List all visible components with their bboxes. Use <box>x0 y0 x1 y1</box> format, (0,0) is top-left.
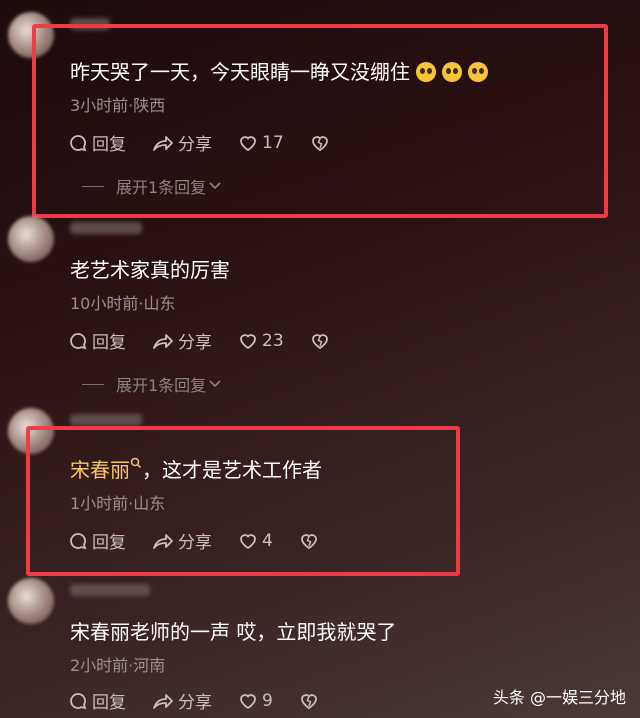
share-label: 分享 <box>178 693 212 713</box>
broken-heart-icon <box>311 333 328 349</box>
expand-replies-button[interactable]: 展开1条回复 <box>82 372 222 396</box>
username-blurred[interactable] <box>70 222 142 234</box>
highlight-box <box>32 24 608 218</box>
comment-text: 宋春丽老师的一声 哎，立即我就哭了 <box>70 620 397 644</box>
heart-icon <box>240 693 256 709</box>
comment-text: 老艺术家真的厉害 <box>70 258 230 282</box>
avatar[interactable] <box>8 216 54 262</box>
comment-actions: 回复 分享 9 <box>68 688 349 713</box>
divider <box>82 383 104 385</box>
dislike-button[interactable] <box>310 331 334 351</box>
like-count: 23 <box>262 330 284 351</box>
reply-button[interactable]: 回复 <box>68 688 126 713</box>
reply-button[interactable]: 回复 <box>68 328 126 353</box>
share-label: 分享 <box>178 333 212 353</box>
like-button[interactable]: 9 <box>238 691 273 711</box>
expand-label: 展开1条回复 <box>116 376 207 395</box>
like-button[interactable]: 23 <box>238 331 284 351</box>
reply-icon <box>70 332 87 349</box>
reply-label: 回复 <box>92 693 126 713</box>
comment-meta: 2小时前·河南 <box>70 656 166 675</box>
highlight-box <box>26 426 460 576</box>
watermark: 头条 @一娱三分地 <box>492 688 626 707</box>
chevron-down-icon <box>209 380 221 388</box>
comment-actions: 回复 分享 23 <box>68 328 360 353</box>
reply-icon <box>70 692 87 709</box>
dislike-button[interactable] <box>299 691 323 711</box>
username-blurred[interactable] <box>70 584 150 596</box>
broken-heart-icon <box>300 693 317 709</box>
avatar[interactable] <box>8 578 54 624</box>
share-button[interactable]: 分享 <box>152 688 212 713</box>
like-count: 9 <box>262 690 273 711</box>
username-blurred[interactable] <box>70 414 142 426</box>
share-icon <box>153 333 173 349</box>
reply-label: 回复 <box>92 333 126 353</box>
heart-icon <box>240 333 256 349</box>
share-icon <box>153 693 173 709</box>
share-button[interactable]: 分享 <box>152 328 212 353</box>
comment-meta: 10小时前·山东 <box>70 294 176 313</box>
